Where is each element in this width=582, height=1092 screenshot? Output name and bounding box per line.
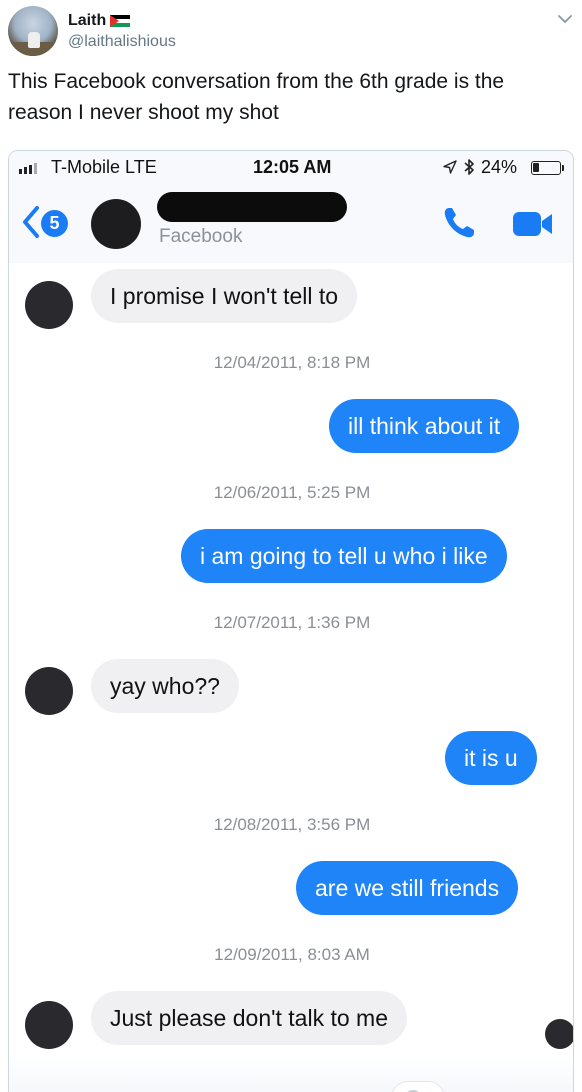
messenger-screenshot[interactable]: T-Mobile LTE 12:05 AM 24% 5 Facebook I p… bbox=[8, 150, 574, 1092]
message-timestamp: 12/07/2011, 1:36 PM bbox=[213, 613, 371, 632]
contact-avatar[interactable] bbox=[91, 199, 141, 249]
smiley-plus-icon bbox=[407, 1090, 419, 1092]
display-name[interactable]: Laith bbox=[68, 12, 106, 30]
battery-percent: 24% bbox=[481, 157, 518, 177]
phone-call-icon[interactable] bbox=[441, 205, 477, 241]
status-bar: T-Mobile LTE 12:05 AM 24% bbox=[9, 151, 573, 185]
chevron-down-icon[interactable] bbox=[556, 10, 574, 28]
battery-cap bbox=[562, 165, 564, 171]
message-outgoing[interactable]: are we still friends bbox=[296, 861, 519, 915]
sender-avatar[interactable] bbox=[25, 667, 73, 715]
name-row: Laith bbox=[68, 12, 131, 30]
sender-avatar[interactable] bbox=[25, 281, 73, 329]
carrier-label: T-Mobile LTE bbox=[51, 157, 157, 177]
status-time: 12:05 AM bbox=[253, 157, 332, 177]
message-timestamp: 12/09/2011, 8:03 AM bbox=[214, 945, 370, 964]
message-incoming[interactable]: Just please don't talk to me bbox=[91, 991, 407, 1045]
palestine-flag-icon bbox=[110, 14, 131, 28]
message-incoming[interactable]: yay who?? bbox=[91, 659, 239, 713]
bluetooth-icon bbox=[464, 159, 474, 175]
user-avatar[interactable] bbox=[8, 6, 58, 56]
read-receipt-avatar bbox=[545, 1019, 573, 1049]
contact-subtitle: Facebook bbox=[159, 226, 243, 247]
user-handle[interactable]: @laithalishious bbox=[68, 33, 176, 51]
battery-icon bbox=[531, 161, 561, 175]
message-timestamp: 12/08/2011, 3:56 PM bbox=[213, 815, 371, 834]
back-chevron-icon[interactable] bbox=[21, 205, 41, 239]
conversation-header: 5 Facebook bbox=[9, 185, 573, 263]
message-outgoing[interactable]: it is u bbox=[445, 731, 537, 785]
video-call-icon[interactable] bbox=[512, 209, 554, 239]
message-timestamp: 12/04/2011, 8:18 PM bbox=[213, 353, 371, 372]
bottom-fade bbox=[9, 1056, 573, 1092]
message-outgoing[interactable]: i am going to tell u who i like bbox=[181, 529, 507, 583]
tweet-header: Laith @laithalishious bbox=[8, 6, 574, 58]
sender-avatar[interactable] bbox=[25, 1001, 73, 1049]
add-reaction-button[interactable] bbox=[391, 1081, 445, 1092]
location-arrow-icon bbox=[443, 160, 457, 174]
message-timestamp: 12/06/2011, 5:25 PM bbox=[213, 483, 371, 502]
redacted-contact-name bbox=[157, 192, 347, 222]
battery-fill bbox=[533, 163, 539, 172]
message-incoming[interactable]: I promise I won't tell to bbox=[91, 269, 358, 323]
unread-count-badge[interactable]: 5 bbox=[41, 210, 68, 237]
signal-strength-icon bbox=[19, 163, 37, 174]
tweet-text: This Facebook conversation from the 6th … bbox=[8, 70, 505, 124]
message-outgoing[interactable]: ill think about it bbox=[329, 399, 520, 453]
